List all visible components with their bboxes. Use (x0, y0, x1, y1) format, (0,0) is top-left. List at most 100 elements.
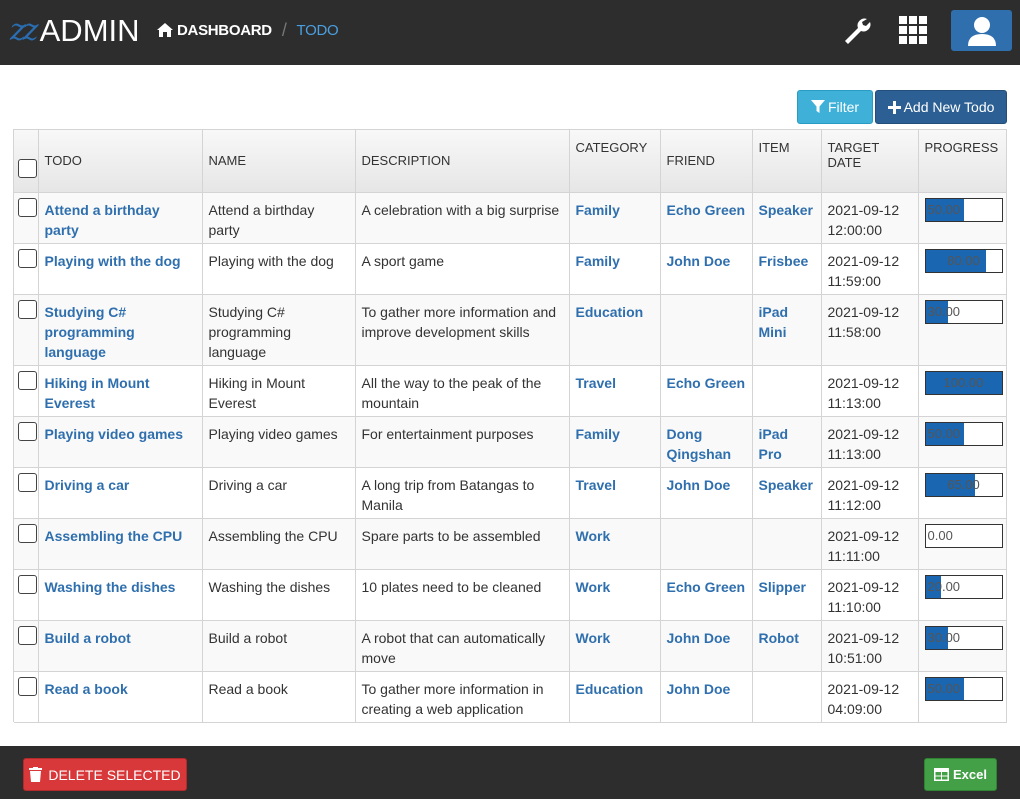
target-date: 2021-09-12 (827, 527, 900, 544)
table-row[interactable]: Studying C# programming language Studying… (14, 294, 1007, 366)
friend-link[interactable]: Dong Qingshan (660, 416, 753, 468)
home-icon (157, 23, 173, 37)
row-checkbox[interactable] (18, 472, 37, 492)
item-link[interactable]: iPad Mini (752, 294, 822, 366)
item-link[interactable] (752, 365, 822, 417)
breadcrumb-dashboard[interactable]: DASHBOARD (157, 22, 272, 39)
breadcrumb-current: TODO (296, 21, 339, 39)
progress-value: 0.00 (927, 527, 953, 543)
column-header-description[interactable]: DESCRIPTION (355, 130, 570, 193)
table-row[interactable]: Build a robot Build a robot A robot that c… (14, 620, 1007, 672)
row-checkbox[interactable] (18, 421, 37, 441)
todo-link[interactable]: Attend a birthday party (38, 192, 203, 244)
row-checkbox[interactable] (18, 197, 37, 217)
column-header-category[interactable]: CATEGORY (569, 130, 661, 193)
friend-link[interactable] (660, 518, 753, 570)
select-all-checkbox[interactable] (18, 158, 37, 178)
category-link[interactable]: Family (569, 416, 661, 468)
category-link[interactable]: Travel (569, 365, 661, 417)
item-link[interactable]: Frisbee (752, 243, 822, 295)
category-link[interactable]: Work (569, 620, 661, 672)
wrench-icon[interactable] (840, 14, 872, 46)
item-link[interactable]: Speaker (752, 467, 822, 519)
todo-link[interactable]: Assembling the CPU (38, 518, 203, 570)
table-row[interactable]: Read a book Read a book To gather more inf… (14, 671, 1007, 723)
friend-link[interactable]: Echo Green (660, 192, 753, 244)
progress-bar: 50.00 (924, 676, 1003, 701)
todo-link[interactable]: Washing the dishes (38, 569, 203, 621)
user-menu-button[interactable] (951, 10, 1012, 51)
friend-link[interactable]: John Doe (660, 620, 753, 672)
column-header-todo[interactable]: TODO (38, 130, 203, 193)
column-header-friend[interactable]: FRIEND (660, 130, 753, 193)
category-link[interactable]: Travel (569, 467, 661, 519)
export-excel-button[interactable]: Excel (924, 758, 997, 791)
category-link[interactable]: Work (569, 569, 661, 621)
category-link[interactable]: Education (569, 671, 661, 723)
row-checkbox[interactable] (18, 248, 37, 268)
grid-icon[interactable] (897, 14, 929, 46)
todo-link[interactable]: Read a book (38, 671, 203, 723)
todo-link[interactable]: Hiking in Mount Everest (38, 365, 203, 417)
progress-cell: 30.00 (918, 620, 1007, 672)
column-header-target-date[interactable]: TARGET DATE (821, 130, 919, 193)
row-checkbox[interactable] (18, 299, 37, 319)
target-time: 04:09:00 (827, 700, 883, 717)
category-link[interactable]: Family (569, 192, 661, 244)
todo-link[interactable]: Playing video games (38, 416, 203, 468)
friend-link[interactable]: John Doe (660, 243, 753, 295)
item-link[interactable] (752, 518, 822, 570)
category-link[interactable]: Work (569, 518, 661, 570)
table-row[interactable]: Driving a car Driving a car A long trip fr… (14, 467, 1007, 519)
row-checkbox[interactable] (18, 574, 37, 594)
todo-link[interactable]: Driving a car (38, 467, 203, 519)
target-time: 11:11:00 (827, 547, 880, 564)
category-link[interactable]: Education (569, 294, 661, 366)
target-date: 2021-09-12 (827, 680, 900, 697)
progress-bar: 30.00 (924, 299, 1003, 324)
item-link[interactable]: Robot (752, 620, 822, 672)
progress-cell: 100.00 (918, 365, 1007, 417)
friend-link[interactable]: Echo Green (660, 365, 753, 417)
add-new-todo-button[interactable]: Add New Todo (875, 90, 1007, 124)
friend-link[interactable]: John Doe (660, 671, 753, 723)
row-checkbox[interactable] (18, 370, 37, 390)
column-header-item[interactable]: ITEM (752, 130, 822, 193)
plus-icon (887, 100, 901, 114)
app-logo[interactable]: zz ADMIN (10, 13, 140, 49)
item-link[interactable]: iPad Pro (752, 416, 822, 468)
delete-selected-button[interactable]: DELETE SELECTED (23, 758, 187, 791)
row-checkbox[interactable] (18, 625, 37, 645)
row-checkbox[interactable] (18, 523, 37, 543)
row-checkbox[interactable] (18, 676, 37, 696)
table-row[interactable]: Playing with the dog Playing with the dog… (14, 243, 1007, 295)
todo-link[interactable]: Studying C# programming language (38, 294, 203, 366)
table-row[interactable]: Washing the dishes Washing the dishes 10 p… (14, 569, 1007, 621)
breadcrumb-dashboard-label: DASHBOARD (177, 21, 272, 39)
target-date-cell: 2021-09-12 11:58:00 (821, 294, 919, 366)
table-row[interactable]: Hiking in Mount Everest Hiking in Mount E… (14, 365, 1007, 417)
target-date: 2021-09-12 (827, 201, 900, 218)
progress-value: 100.00 (943, 374, 984, 390)
export-excel-label: Excel (953, 767, 987, 782)
todo-link[interactable]: Build a robot (38, 620, 203, 672)
column-header-progress[interactable]: PROGRESS (918, 130, 1007, 193)
table-row[interactable]: Attend a birthday party Attend a birthday… (14, 192, 1007, 244)
table-row[interactable]: Playing video games Playing video games Fo… (14, 416, 1007, 468)
progress-value: 50.00 (927, 425, 961, 441)
target-date-cell: 2021-09-12 11:13:00 (821, 416, 919, 468)
item-link[interactable]: Slipper (752, 569, 822, 621)
row-select-cell (14, 620, 39, 672)
filter-button[interactable]: Filter (797, 90, 873, 124)
friend-link[interactable]: Echo Green (660, 569, 753, 621)
item-link[interactable] (752, 671, 822, 723)
progress-cell: 80.00 (918, 243, 1007, 295)
todo-link[interactable]: Playing with the dog (38, 243, 203, 295)
column-header-name[interactable]: NAME (202, 130, 356, 193)
item-link[interactable]: Speaker (752, 192, 822, 244)
friend-link[interactable]: John Doe (660, 467, 753, 519)
category-link[interactable]: Family (569, 243, 661, 295)
description-cell: All the way to the peak of the mountain (355, 365, 570, 417)
table-row[interactable]: Assembling the CPU Assembling the CPU Spar… (14, 518, 1007, 570)
friend-link[interactable] (660, 294, 753, 366)
